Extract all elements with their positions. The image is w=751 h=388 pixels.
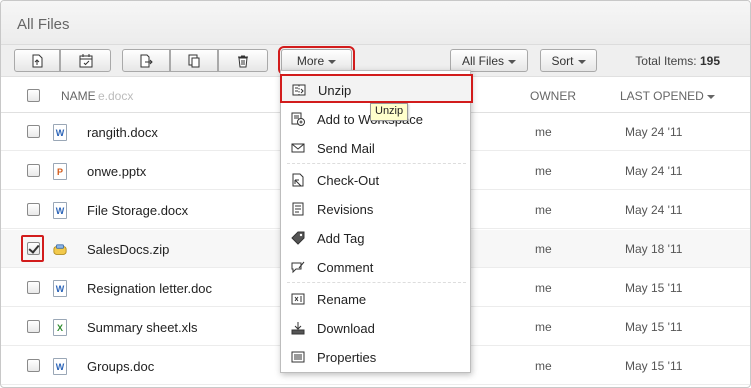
move-button[interactable] [122, 49, 170, 72]
add-to-workspace-icon [290, 111, 306, 127]
file-owner: me [535, 203, 552, 217]
column-header-name-ghost: e.docx [98, 89, 134, 103]
delete-button[interactable] [218, 49, 268, 72]
calendar-button[interactable] [60, 49, 111, 72]
more-label: More [296, 53, 325, 68]
total-items-count: 195 [699, 54, 720, 68]
file-owner: me [535, 359, 552, 373]
menu-item-label: Rename [317, 292, 367, 307]
menu-item-rename[interactable]: Rename [281, 285, 470, 314]
check-out-icon [290, 172, 306, 188]
file-name[interactable]: File Storage.docx [87, 203, 188, 218]
word-doc-icon: W [53, 202, 67, 219]
file-name[interactable]: Resignation letter.doc [87, 281, 212, 296]
word-doc-icon: W [53, 280, 67, 297]
column-header-last-opened-label: LAST OPENED [620, 89, 704, 103]
mail-icon [290, 140, 306, 156]
unzip-icon [291, 82, 307, 98]
revisions-icon [290, 201, 306, 217]
file-last-opened: May 24 '11 [625, 203, 683, 217]
file-last-opened: May 15 '11 [625, 320, 683, 334]
row-checkbox[interactable] [27, 281, 40, 294]
menu-item-label: Check-Out [317, 173, 380, 188]
chevron-down-icon [577, 59, 586, 64]
menu-item-send-mail[interactable]: Send Mail [281, 134, 470, 163]
sort-label: Sort [551, 53, 574, 68]
chevron-down-icon [508, 59, 516, 64]
calendar-check-icon [79, 53, 92, 67]
menu-item-comment[interactable]: Comment [281, 253, 470, 282]
menu-item-add-tag[interactable]: Add Tag [281, 224, 470, 253]
sort-caret-icon [706, 94, 715, 99]
panel-header: All Files [1, 1, 750, 45]
copy-icon [188, 54, 200, 67]
powerpoint-icon: P [53, 163, 67, 180]
file-name[interactable]: rangith.docx [87, 125, 158, 140]
tooltip: Unzip [370, 103, 409, 121]
column-header-last-opened[interactable]: LAST OPENED [620, 89, 715, 103]
file-owner: me [535, 320, 552, 334]
tag-icon [290, 230, 306, 246]
file-owner: me [535, 125, 552, 139]
all-files-label: All Files [461, 53, 504, 68]
copy-button[interactable] [170, 49, 218, 72]
file-name[interactable]: SalesDocs.zip [87, 242, 169, 257]
menu-item-check-out[interactable]: Check-Out [281, 166, 470, 195]
menu-item-label: Revisions [317, 202, 374, 217]
menu-separator [287, 282, 466, 283]
menu-item-label: Unzip [318, 83, 352, 98]
menu-item-label: Comment [317, 260, 374, 275]
menu-item-label: Send Mail [317, 141, 375, 156]
trash-icon [238, 55, 248, 67]
row-checkbox[interactable] [27, 125, 40, 138]
menu-separator [287, 163, 466, 164]
total-items-label: Total Items: [635, 54, 697, 68]
zip-archive-icon [53, 241, 67, 258]
row-checkbox[interactable] [27, 203, 40, 216]
menu-item-download[interactable]: Download [281, 314, 470, 343]
more-button[interactable]: More [278, 46, 355, 75]
chevron-down-icon [328, 59, 337, 64]
checkbox-highlight [21, 235, 44, 262]
upload-file-icon [32, 54, 43, 67]
menu-item-unzip[interactable]: Unzip [280, 74, 473, 103]
rename-icon [290, 291, 306, 307]
menu-item-properties[interactable]: Properties [281, 343, 470, 372]
all-files-dropdown[interactable]: All Files [450, 49, 528, 72]
file-owner: me [535, 281, 552, 295]
word-doc-icon: W [53, 124, 67, 141]
row-checkbox[interactable] [27, 359, 40, 372]
sort-dropdown[interactable]: Sort [540, 49, 597, 72]
menu-item-revisions[interactable]: Revisions [281, 195, 470, 224]
upload-button[interactable] [14, 49, 60, 72]
file-owner: me [535, 164, 552, 178]
column-header-owner[interactable]: OWNER [530, 89, 576, 103]
excel-icon: X [53, 319, 67, 336]
file-owner: me [535, 242, 552, 256]
file-name[interactable]: onwe.pptx [87, 164, 146, 179]
file-last-opened: May 24 '11 [625, 125, 683, 139]
move-file-icon [140, 54, 153, 67]
select-all-checkbox[interactable] [27, 89, 40, 102]
menu-item-label: Add Tag [317, 231, 365, 246]
file-last-opened: May 15 '11 [625, 359, 683, 373]
file-name[interactable]: Groups.doc [87, 359, 154, 374]
menu-item-label: Properties [317, 350, 377, 365]
column-header-name[interactable]: NAME [61, 89, 96, 103]
menu-item-label: Download [317, 321, 375, 336]
file-last-opened: May 18 '11 [625, 242, 683, 256]
row-checkbox[interactable] [27, 164, 40, 177]
row-checkbox[interactable] [27, 320, 40, 333]
properties-icon [290, 349, 306, 365]
total-items: Total Items: 195 [635, 54, 720, 68]
file-last-opened: May 15 '11 [625, 281, 683, 295]
file-last-opened: May 24 '11 [625, 164, 683, 178]
word-doc-icon: W [53, 358, 67, 375]
download-icon [290, 320, 306, 336]
page-title: All Files [17, 16, 70, 33]
comment-icon [290, 259, 306, 275]
file-name[interactable]: Summary sheet.xls [87, 320, 198, 335]
